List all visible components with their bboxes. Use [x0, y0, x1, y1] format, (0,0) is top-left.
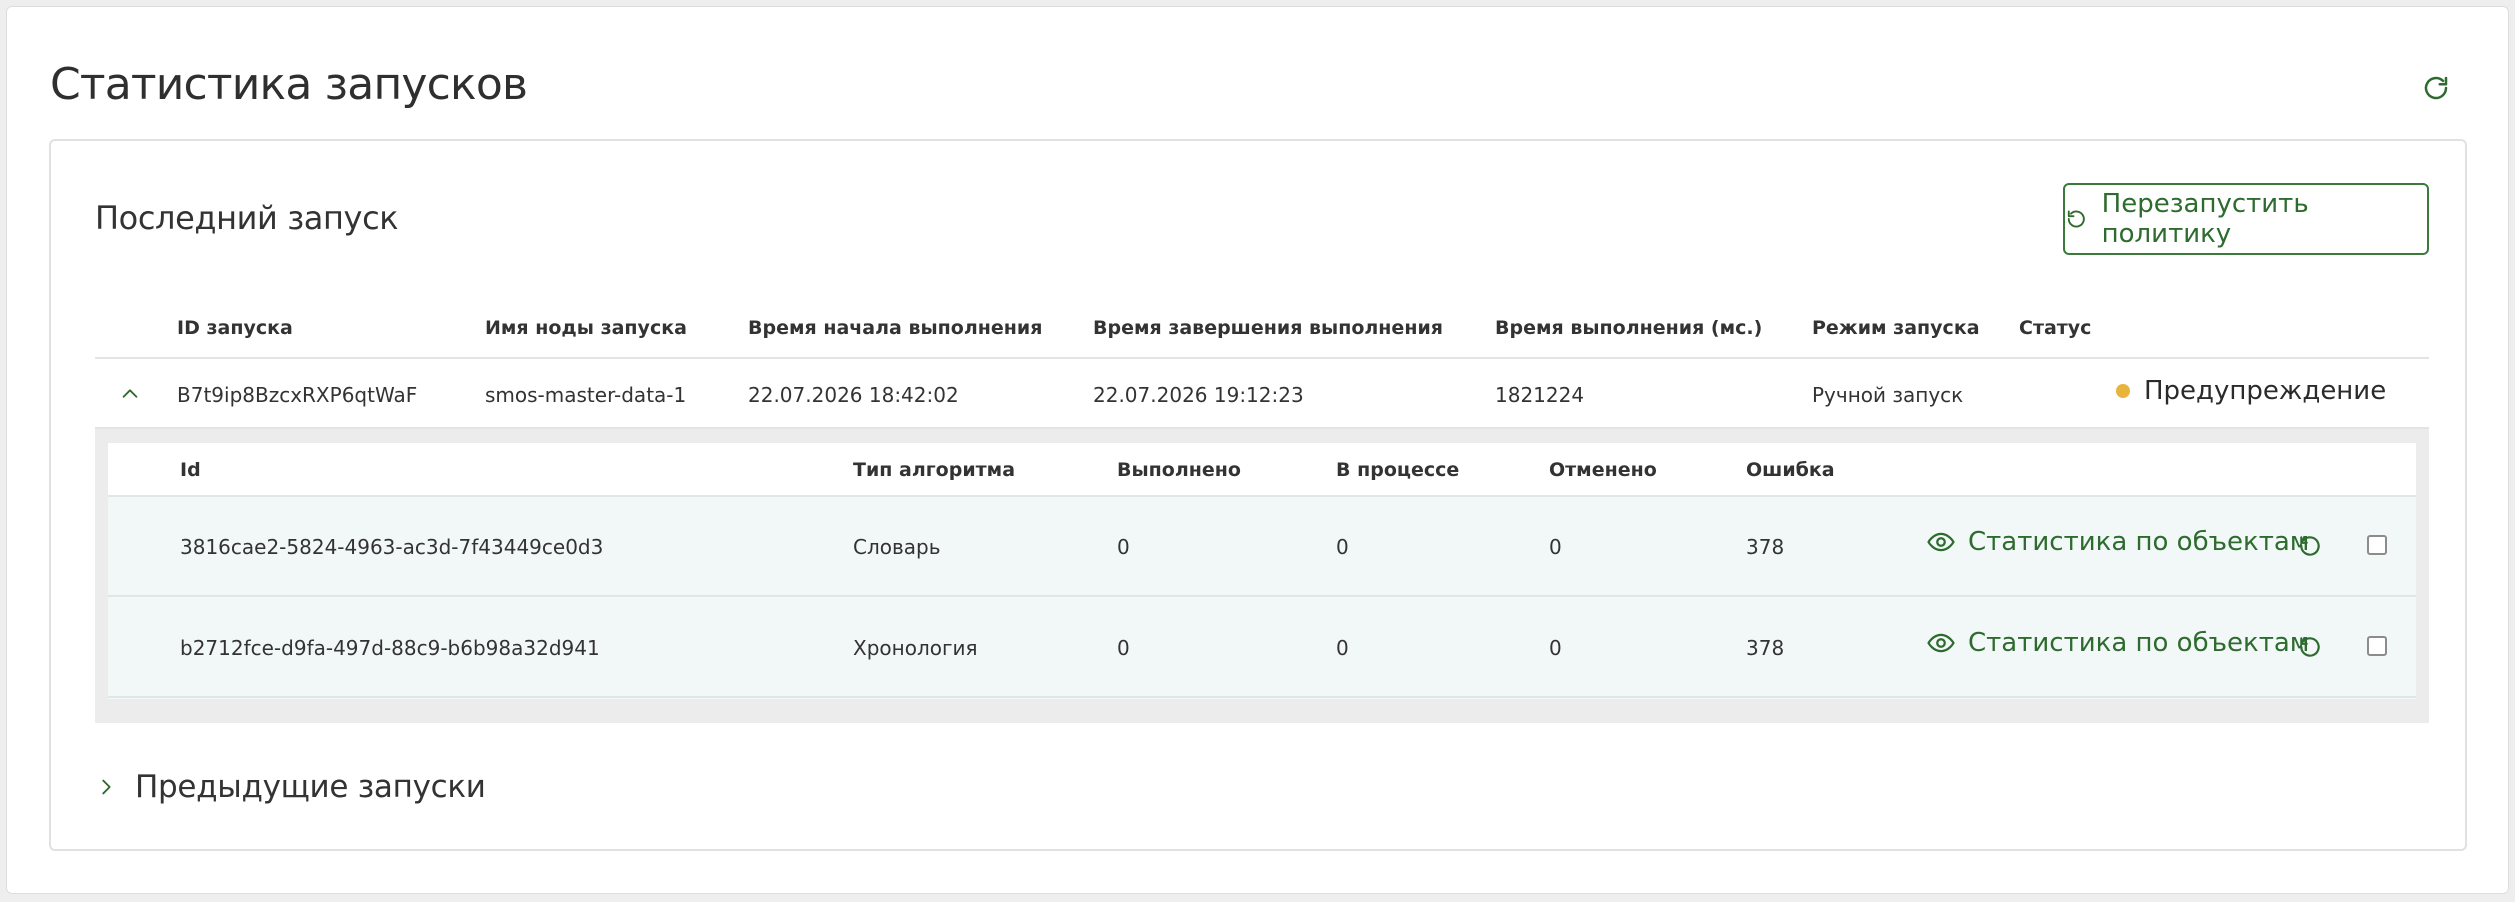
restart-icon [2300, 637, 2320, 657]
eye-icon [1927, 532, 1955, 552]
column-header[interactable]: ID запуска [177, 317, 293, 339]
eye-icon [1927, 633, 1955, 653]
details-table: Id Тип алгоритма Выполнено В процессе От… [108, 443, 2416, 699]
row-checkbox[interactable] [2367, 535, 2387, 555]
previous-runs-toggle[interactable]: Предыдущие запуски [95, 769, 486, 805]
collapse-row-button[interactable] [115, 379, 145, 409]
run-duration: 1821224 [1495, 383, 1585, 407]
row-restart-button[interactable] [2293, 630, 2327, 664]
restart-policy-button[interactable]: Перезапустить политику [2063, 183, 2429, 255]
error-count: 378 [1746, 535, 1785, 559]
restart-policy-label: Перезапустить политику [2101, 189, 2309, 249]
column-header[interactable]: Ошибка [1746, 459, 1835, 481]
column-header[interactable]: Время начала выполнения [748, 317, 1042, 339]
section-title-last-run: Последний запуск [95, 199, 399, 237]
done-count: 0 [1117, 535, 1130, 559]
run-id: B7t9ip8BzcxRXP6qtWaF [177, 383, 418, 407]
refresh-button[interactable] [2419, 71, 2453, 105]
algorithm-id: 3816cae2-5824-4963-ac3d-7f43449ce0d3 [180, 535, 604, 559]
table-row: b2712fce-d9fa-497d-88c9-b6b98a32d941 Хро… [108, 598, 2416, 698]
object-stats-label: Статистика по объектам [1968, 628, 2310, 658]
refresh-icon [2424, 76, 2448, 100]
object-stats-link[interactable]: Статистика по объектам [1926, 527, 2309, 557]
cancelled-count: 0 [1549, 636, 1562, 660]
column-header[interactable]: Время завершения выполнения [1093, 317, 1443, 339]
done-count: 0 [1117, 636, 1130, 660]
column-header[interactable]: Id [180, 459, 201, 481]
algorithm-type: Словарь [853, 535, 941, 559]
status-dot-icon [2116, 384, 2130, 398]
restart-icon [2067, 210, 2085, 228]
algorithm-type: Хронология [853, 636, 978, 660]
runs-table-header: ID запуска Имя ноды запуска Время начала… [95, 303, 2429, 359]
column-header[interactable]: Выполнено [1117, 459, 1241, 481]
page-panel: Статистика запусков Последний запуск Пер… [6, 6, 2509, 894]
in-progress-count: 0 [1336, 636, 1349, 660]
run-mode: Ручной запуск [1812, 383, 1964, 407]
column-header[interactable]: Тип алгоритма [853, 459, 1015, 481]
column-header[interactable]: Имя ноды запуска [485, 317, 687, 339]
chevron-up-icon [122, 389, 138, 398]
details-table-header: Id Тип алгоритма Выполнено В процессе От… [108, 443, 2416, 497]
in-progress-count: 0 [1336, 535, 1349, 559]
column-header[interactable]: Время выполнения (мс.) [1495, 317, 1762, 339]
previous-runs-label: Предыдущие запуски [135, 769, 486, 805]
row-checkbox[interactable] [2367, 636, 2387, 656]
status-text: Предупреждение [2144, 376, 2387, 406]
run-start-time: 22.07.2026 18:42:02 [748, 383, 959, 407]
error-count: 378 [1746, 636, 1785, 660]
column-header[interactable]: В процессе [1336, 459, 1459, 481]
run-end-time: 22.07.2026 19:12:23 [1093, 383, 1304, 407]
column-header[interactable]: Отменено [1549, 459, 1657, 481]
cancelled-count: 0 [1549, 535, 1562, 559]
column-header[interactable]: Статус [2019, 317, 2091, 339]
chevron-right-icon [102, 779, 111, 795]
table-row: 3816cae2-5824-4963-ac3d-7f43449ce0d3 Сло… [108, 497, 2416, 597]
page-title: Статистика запусков [50, 59, 528, 110]
column-header[interactable]: Режим запуска [1812, 317, 1980, 339]
last-run-card: Последний запуск Перезапустить политику … [49, 139, 2467, 851]
object-stats-link[interactable]: Статистика по объектам [1926, 628, 2309, 658]
object-stats-label: Статистика по объектам [1968, 527, 2310, 557]
expanded-details: Id Тип алгоритма Выполнено В процессе От… [95, 429, 2429, 723]
restart-icon [2300, 536, 2320, 556]
status-badge: Предупреждение [2116, 376, 2386, 406]
table-row[interactable]: B7t9ip8BzcxRXP6qtWaF smos-master-data-1 … [95, 359, 2429, 429]
run-node: smos-master-data-1 [485, 383, 687, 407]
algorithm-id: b2712fce-d9fa-497d-88c9-b6b98a32d941 [180, 636, 600, 660]
row-restart-button[interactable] [2293, 529, 2327, 563]
